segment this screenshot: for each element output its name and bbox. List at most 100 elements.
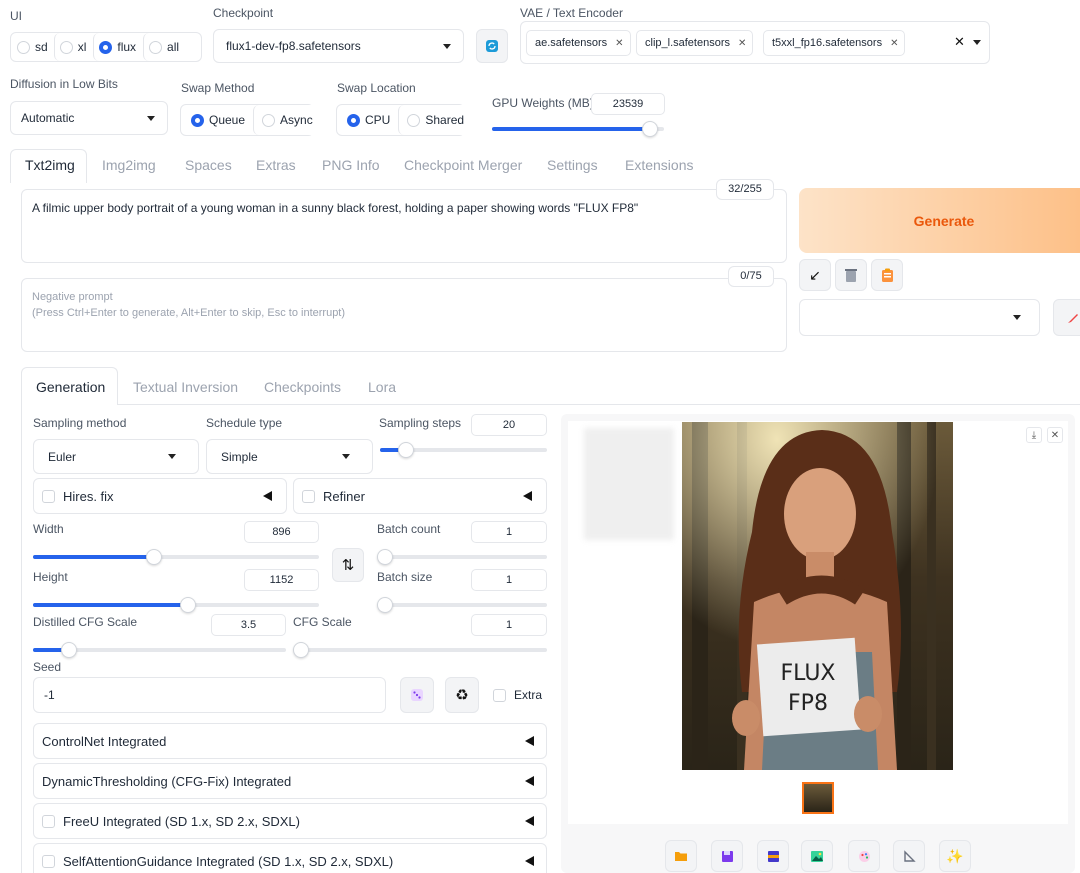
- extra-checkbox[interactable]: [493, 688, 506, 702]
- tab-img2img[interactable]: Img2img: [102, 157, 156, 173]
- self-attention-guidance-accordion[interactable]: SelfAttentionGuidance Integrated (SD 1.x…: [33, 843, 547, 873]
- checkpoint-dropdown[interactable]: flux1-dev-fp8.safetensors: [213, 29, 464, 63]
- styles-dropdown[interactable]: [799, 299, 1040, 336]
- sampling-method-label: Sampling method: [33, 416, 127, 430]
- sampling-steps-thumb[interactable]: [398, 442, 414, 458]
- tab-checkpoint-merger[interactable]: Checkpoint Merger: [404, 157, 522, 173]
- schedule-type-dropdown[interactable]: Simple: [206, 439, 373, 474]
- cfg-scale-track[interactable]: [293, 648, 547, 652]
- send-to-inpaint-button[interactable]: [848, 840, 880, 872]
- width-input[interactable]: 896: [244, 521, 319, 543]
- tab-generation[interactable]: Generation: [36, 379, 105, 395]
- refiner-checkbox[interactable]: [302, 489, 315, 503]
- prompt-textarea[interactable]: A filmic upper body portrait of a young …: [21, 189, 787, 263]
- save-button[interactable]: [711, 840, 743, 872]
- freeu-checkbox[interactable]: [42, 814, 55, 828]
- swap-location-cpu[interactable]: CPU: [339, 105, 399, 135]
- tab-txt2img[interactable]: Txt2img: [25, 157, 75, 173]
- distilled-cfg-thumb[interactable]: [61, 642, 77, 658]
- hires-fix-accordion[interactable]: Hires. fix: [33, 478, 287, 514]
- sampling-steps-input[interactable]: 20: [471, 414, 547, 436]
- radio-dot-icon: [99, 40, 113, 54]
- accordion-label: DynamicThresholding (CFG-Fix) Integrated: [42, 773, 292, 789]
- zip-button[interactable]: [757, 840, 789, 872]
- vae-chip[interactable]: t5xxl_fp16.safetensors ✕: [763, 30, 906, 56]
- edit-styles-button[interactable]: [1053, 299, 1080, 336]
- distilled-cfg-input[interactable]: 3.5: [211, 614, 286, 636]
- batch-size-thumb[interactable]: [377, 597, 393, 613]
- generate-button[interactable]: Generate: [799, 188, 1080, 253]
- gallery-thumbnail[interactable]: [802, 782, 834, 814]
- freeu-accordion[interactable]: FreeU Integrated (SD 1.x, SD 2.x, SDXL): [33, 803, 547, 839]
- vae-chip[interactable]: ae.safetensors ✕: [526, 30, 631, 56]
- tab-extensions[interactable]: Extensions: [625, 157, 693, 173]
- tab-settings[interactable]: Settings: [547, 157, 598, 173]
- clear-all-icon[interactable]: ✕: [954, 34, 965, 50]
- vae-label: VAE / Text Encoder: [520, 6, 623, 20]
- batch-count-thumb[interactable]: [377, 549, 393, 565]
- controlnet-accordion[interactable]: ControlNet Integrated: [33, 723, 547, 759]
- vae-chip[interactable]: clip_l.safetensors ✕: [636, 30, 754, 56]
- diffusion-dropdown[interactable]: Automatic: [10, 101, 168, 135]
- cfg-scale-input[interactable]: 1: [471, 614, 547, 636]
- swap-method-queue[interactable]: Queue: [183, 105, 254, 135]
- batch-count-track[interactable]: [377, 555, 547, 559]
- height-input[interactable]: 1152: [244, 569, 319, 591]
- tab-png-info[interactable]: PNG Info: [322, 157, 380, 173]
- checkpoint-label: Checkpoint: [213, 6, 274, 20]
- chevron-down-icon: [342, 454, 350, 459]
- folder-icon: [675, 852, 687, 861]
- open-folder-button[interactable]: [665, 840, 697, 872]
- gpu-weights-thumb[interactable]: [642, 121, 658, 137]
- tab-extras[interactable]: Extras: [256, 157, 296, 173]
- hires-fix-checkbox[interactable]: [42, 489, 55, 503]
- remove-chip-icon[interactable]: ✕: [738, 38, 746, 49]
- collapse-arrow-icon: [525, 776, 534, 786]
- refresh-checkpoint-button[interactable]: [476, 29, 508, 63]
- random-seed-button[interactable]: [400, 677, 434, 713]
- ui-option-flux[interactable]: flux: [93, 33, 142, 61]
- remove-chip-icon[interactable]: ✕: [890, 38, 898, 49]
- read-params-button[interactable]: ↙: [799, 259, 831, 291]
- swap-dimensions-button[interactable]: ⇅: [332, 548, 364, 582]
- chevron-down-icon: [168, 454, 176, 459]
- ui-option-xl[interactable]: xl: [53, 33, 92, 61]
- clipboard-button[interactable]: [871, 259, 903, 291]
- extra-seed-toggle[interactable]: Extra: [493, 688, 542, 702]
- negative-prompt-textarea[interactable]: Negative prompt (Press Ctrl+Enter to gen…: [21, 278, 787, 352]
- swap-location-shared[interactable]: Shared: [398, 105, 473, 135]
- width-thumb[interactable]: [146, 549, 162, 565]
- close-preview-button[interactable]: ✕: [1047, 427, 1063, 443]
- upscale-button[interactable]: ✨: [939, 840, 971, 872]
- dynamic-thresholding-accordion[interactable]: DynamicThresholding (CFG-Fix) Integrated: [33, 763, 547, 799]
- batch-size-track[interactable]: [377, 603, 547, 607]
- trash-button[interactable]: [835, 259, 867, 291]
- tab-spaces[interactable]: Spaces: [185, 157, 232, 173]
- download-button[interactable]: ⤓: [1026, 427, 1042, 443]
- height-thumb[interactable]: [180, 597, 196, 613]
- send-to-extras-button[interactable]: [893, 840, 925, 872]
- swap-location-group: CPU Shared: [336, 104, 473, 136]
- generated-image[interactable]: FLUX FP8: [682, 422, 953, 770]
- cfg-scale-thumb[interactable]: [293, 642, 309, 658]
- checkpoint-value: flux1-dev-fp8.safetensors: [226, 39, 361, 53]
- tab-checkpoints[interactable]: Checkpoints: [264, 379, 341, 395]
- remove-chip-icon[interactable]: ✕: [615, 38, 623, 49]
- gpu-weights-input[interactable]: 23539: [591, 93, 665, 115]
- batch-count-input[interactable]: 1: [471, 521, 547, 543]
- sag-checkbox[interactable]: [42, 854, 55, 868]
- tab-textual-inversion[interactable]: Textual Inversion: [133, 379, 238, 395]
- tab-lora[interactable]: Lora: [368, 379, 396, 395]
- swap-method-async[interactable]: Async: [253, 105, 321, 135]
- ui-option-sd[interactable]: sd: [13, 33, 52, 61]
- prompt-token-counter: 32/255: [716, 179, 774, 200]
- batch-size-input[interactable]: 1: [471, 569, 547, 591]
- send-to-img2img-button[interactable]: [801, 840, 833, 872]
- chevron-down-icon[interactable]: [973, 40, 981, 45]
- sampling-method-dropdown[interactable]: Euler: [33, 439, 199, 474]
- swap-location-label: Swap Location: [337, 81, 416, 95]
- ui-option-all[interactable]: all: [143, 33, 185, 61]
- seed-input[interactable]: -1: [33, 677, 386, 713]
- refiner-accordion[interactable]: Refiner: [293, 478, 547, 514]
- reuse-seed-button[interactable]: ♻: [445, 677, 479, 713]
